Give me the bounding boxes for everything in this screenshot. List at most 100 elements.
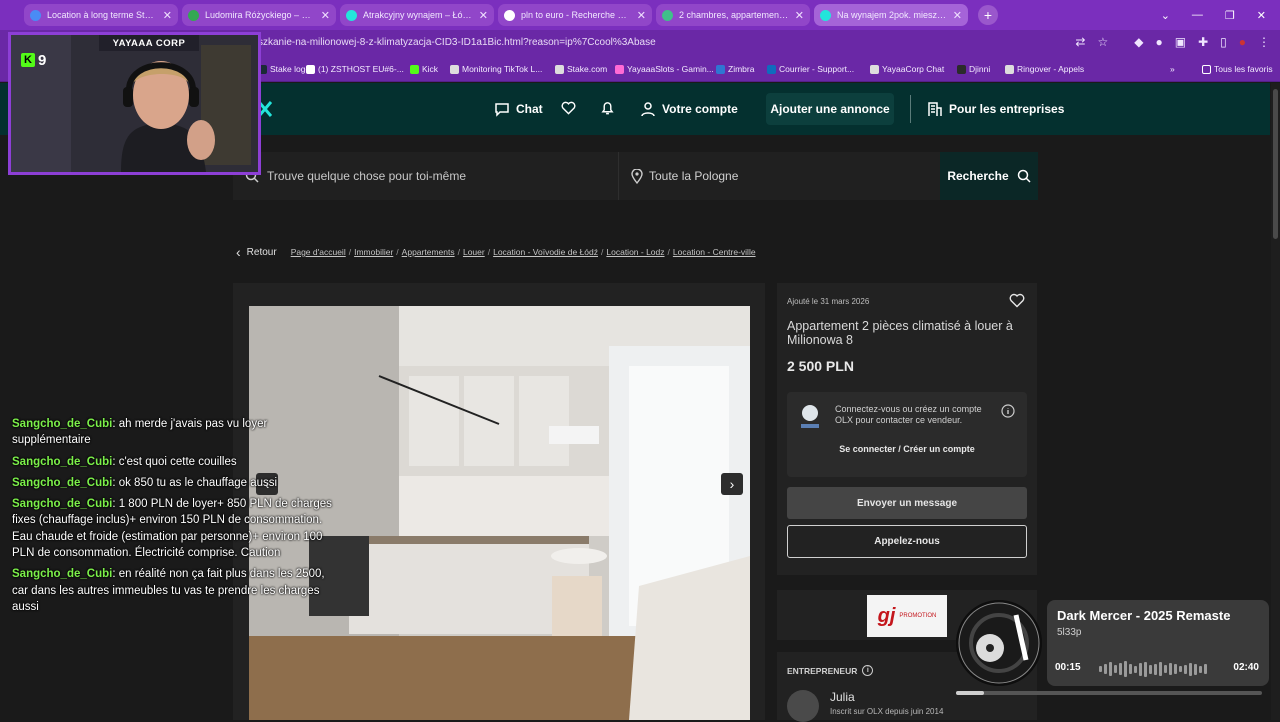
search-button[interactable]: Recherche	[940, 152, 1038, 200]
stream-chat: Sangcho_de_Cubi: ah merde j'avais pas vu…	[12, 416, 337, 620]
seller-name[interactable]: Julia	[830, 690, 855, 704]
post-ad-button[interactable]: Ajouter une annonce	[766, 93, 894, 125]
close-icon[interactable]: ✕	[479, 9, 488, 22]
bookmark-item[interactable]: Monitoring TikTok L...	[450, 64, 542, 74]
new-tab-button[interactable]: +	[978, 5, 998, 25]
seller-since: Inscrit sur OLX depuis juin 2014	[830, 707, 944, 716]
url-text[interactable]: szkanie-na-milionowej-8-z-klimatyzacja-C…	[258, 37, 656, 48]
bookmark-item[interactable]: Ringover - Appels	[1005, 64, 1084, 74]
login-text: Connectez-vous ou créez un compte OLX po…	[835, 404, 982, 425]
browser-tab[interactable]: pln to euro - Recherche Google ✕	[498, 4, 652, 26]
breadcrumb-link[interactable]: Location - Lodz	[606, 247, 664, 257]
browser-tab[interactable]: Ludomira Różyckiego – Google ✕	[182, 4, 336, 26]
track-progress-bar[interactable]	[956, 691, 1262, 695]
waveform-bar	[1124, 661, 1127, 677]
extension-icon[interactable]: ●	[1155, 35, 1162, 49]
bookmark-item[interactable]: Kick	[410, 64, 438, 74]
browser-tab[interactable]: Na wynajem 2pok. mieszkanie ✕	[814, 4, 968, 26]
bookmark-item[interactable]: Zimbra	[716, 64, 754, 74]
bookmark-label: YayaaaSlots - Gamin...	[627, 64, 714, 74]
nav-business[interactable]: Pour les entreprises	[927, 83, 1064, 135]
chat-username[interactable]: Sangcho_de_Cubi	[12, 477, 112, 489]
close-icon[interactable]: ✕	[637, 9, 646, 22]
chat-username[interactable]: Sangcho_de_Cubi	[12, 456, 112, 468]
tab-title: Location à long terme Studio, 3	[47, 10, 157, 20]
track-artist: 5l33p	[1057, 627, 1082, 638]
breadcrumb-link[interactable]: Location - Centre-ville	[673, 247, 756, 257]
bookmarks-overflow[interactable]: »	[1170, 64, 1175, 74]
breadcrumb-separator: /	[457, 247, 460, 257]
breadcrumb-link[interactable]: Appartements	[402, 247, 455, 257]
all-bookmarks-label: Tous les favoris	[1214, 64, 1273, 74]
waveform-bar	[1104, 664, 1107, 674]
chevron-down-icon[interactable]: ⌄	[1161, 9, 1170, 22]
bookmark-label: YayaaCorp Chat	[882, 64, 945, 74]
chat-username[interactable]: Sangcho_de_Cubi	[12, 498, 112, 510]
browser-tab[interactable]: Location à long terme Studio, 3 ✕	[24, 4, 178, 26]
search-input[interactable]: Trouve quelque chose pour toi-même	[233, 152, 616, 200]
chat-username[interactable]: Sangcho_de_Cubi	[12, 418, 112, 430]
search-placeholder: Trouve quelque chose pour toi-même	[267, 169, 466, 183]
waveform-bar	[1134, 665, 1137, 673]
close-icon[interactable]: ✕	[953, 9, 962, 22]
close-icon[interactable]: ✕	[321, 9, 330, 22]
promo-logo[interactable]: gj PROMOTION	[867, 595, 947, 637]
waveform-bar	[1164, 665, 1167, 673]
restore-icon[interactable]: ❐	[1225, 9, 1235, 22]
login-link[interactable]: Se connecter / Créer un compte	[787, 444, 1027, 454]
browser-tab[interactable]: Atrakcyjny wynajem – Łódź – sp ✕	[340, 4, 494, 26]
entrepreneur-label-text: ENTREPRENEUR	[787, 665, 858, 676]
breadcrumb-link[interactable]: Immobilier	[354, 247, 393, 257]
info-icon[interactable]: i	[862, 665, 874, 676]
tab-favicon-icon	[504, 9, 515, 21]
all-bookmarks[interactable]: Tous les favoris	[1202, 64, 1273, 74]
bookmark-item[interactable]: Djinni	[957, 64, 990, 74]
back-link[interactable]: ‹ Retour	[236, 244, 277, 260]
menu-icon[interactable]: ⋮	[1258, 35, 1270, 49]
star-icon[interactable]: ☆	[1097, 35, 1108, 49]
waveform-bar	[1099, 666, 1102, 672]
bell-icon[interactable]	[600, 100, 615, 116]
scrollbar-thumb[interactable]	[1273, 89, 1278, 239]
breadcrumb-link[interactable]: Louer	[463, 247, 485, 257]
translate-icon[interactable]: ⇄	[1075, 35, 1085, 49]
close-icon[interactable]: ✕	[795, 9, 804, 22]
bookmark-item[interactable]: Courrier - Support...	[767, 64, 854, 74]
bookmark-item[interactable]: Stake.com	[555, 64, 607, 74]
breadcrumb-link[interactable]: Location - Voïvodie de Łódź	[493, 247, 598, 257]
favorite-heart-icon[interactable]	[1009, 293, 1025, 308]
search-icon	[1017, 169, 1031, 183]
minimize-icon[interactable]: —	[1192, 9, 1203, 21]
waveform-bar	[1144, 661, 1147, 677]
album-art	[956, 600, 1042, 686]
puzzle-icon[interactable]: ✚	[1198, 35, 1208, 49]
chat-text: : ok 850 tu as le chauffage aussi	[112, 476, 278, 489]
extension-icon[interactable]: ▣	[1175, 35, 1186, 49]
extension-icon[interactable]: ◆	[1134, 35, 1143, 49]
location-input[interactable]: Toute la Pologne	[618, 152, 938, 200]
next-photo-button[interactable]: ›	[721, 473, 743, 495]
tab-favicon-icon	[30, 9, 41, 21]
info-icon[interactable]	[1001, 404, 1015, 418]
sidebar-icon[interactable]: ▯	[1220, 35, 1227, 49]
breadcrumb-link[interactable]: Page d'accueil	[291, 247, 346, 257]
heart-icon[interactable]	[561, 101, 576, 115]
profile-icon[interactable]: ●	[1239, 35, 1246, 49]
building-icon	[928, 102, 942, 116]
send-message-button[interactable]: Envoyer un message	[787, 487, 1027, 519]
waveform-bar	[1119, 663, 1122, 675]
nav-account[interactable]: Votre compte	[640, 83, 738, 135]
music-player: Dark Mercer - 2025 Remaste 5l33p 00:15 0…	[1047, 600, 1269, 686]
nav-chat[interactable]: Chat	[494, 83, 543, 135]
browser-tab[interactable]: 2 chambres, appartement à lou ✕	[656, 4, 810, 26]
close-icon[interactable]: ✕	[1257, 9, 1266, 22]
bookmark-item[interactable]: YayaaCorp Chat	[870, 64, 944, 74]
close-icon[interactable]: ✕	[163, 9, 172, 22]
waveform-bar	[1149, 664, 1152, 674]
bookmark-item[interactable]: (1) ZSTHOST EU#6-...	[306, 64, 404, 74]
call-button[interactable]: Appelez-nous	[787, 525, 1027, 558]
bookmark-item[interactable]: Stake logo	[258, 64, 310, 74]
bookmark-item[interactable]: YayaaaSlots - Gamin...	[615, 64, 714, 74]
chat-username[interactable]: Sangcho_de_Cubi	[12, 568, 112, 580]
page-scrollbar[interactable]	[1271, 83, 1280, 720]
